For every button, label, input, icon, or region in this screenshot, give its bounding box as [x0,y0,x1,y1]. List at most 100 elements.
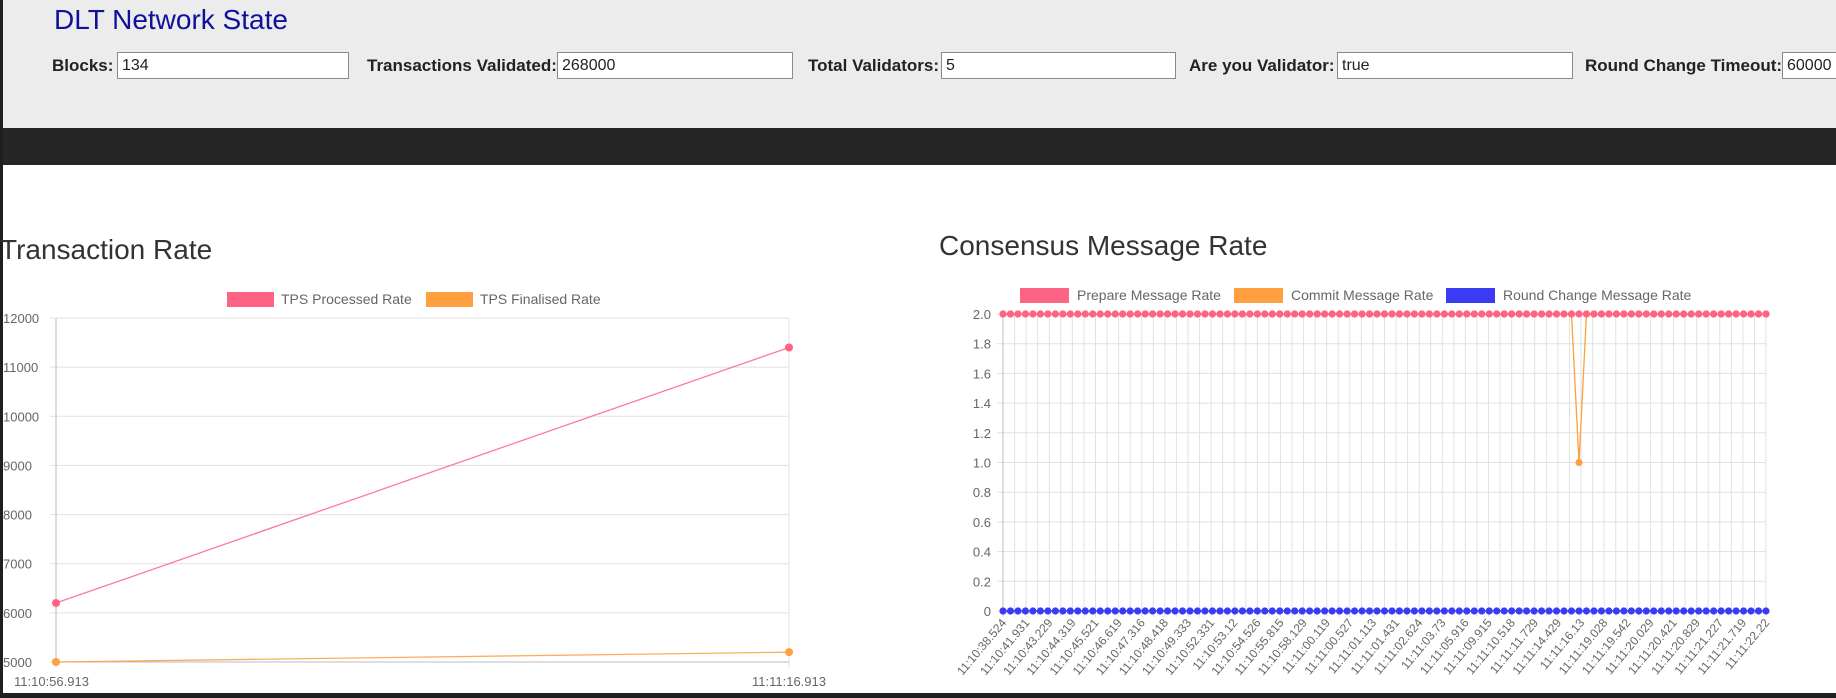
data-point [1732,310,1740,318]
data-point [1036,310,1045,318]
y-tick-label: 1.2 [973,426,991,441]
data-point [1724,607,1733,615]
y-tick-label: 0.8 [973,485,991,500]
data-point [1089,310,1097,318]
data-point [1395,607,1404,615]
data-point [1530,607,1538,615]
y-tick-label: 0.2 [973,574,991,589]
data-point [1485,310,1493,318]
data-point [1440,607,1448,615]
data-point [1201,310,1209,318]
data-point [1231,607,1239,615]
data-point [1321,607,1329,615]
data-point [1754,310,1763,318]
legend-label: Prepare Message Rate [1077,287,1221,303]
data-point [1208,310,1217,318]
data-point [1710,310,1718,318]
data-point [1463,310,1471,318]
data-point [1089,607,1097,615]
data-point [1672,310,1680,318]
data-point [1216,607,1224,615]
data-point [1141,310,1149,318]
data-point [1193,607,1202,615]
data-point [1455,310,1463,318]
data-point [1178,310,1187,318]
data-point [1231,310,1239,318]
data-point [1627,310,1635,318]
data-point [1470,607,1478,615]
data-point [1575,310,1583,318]
data-point [1036,607,1045,615]
data-point [1238,310,1246,318]
data-point [1612,310,1620,318]
data-point [1410,607,1419,615]
data-point [1193,310,1202,318]
data-point [1306,607,1314,615]
data-point [1313,310,1321,318]
data-point [1156,607,1164,615]
data-point [1380,607,1389,615]
data-point [1223,607,1232,615]
data-point [1680,310,1688,318]
data-point [1560,310,1568,318]
legend-swatch [1234,288,1283,303]
data-point [1051,607,1059,615]
data-point [1537,310,1546,318]
data-point [1665,310,1673,318]
data-point [1478,607,1486,615]
data-point [1612,607,1620,615]
data-point [1395,310,1404,318]
y-tick-label: 1.8 [973,337,991,352]
data-point [1687,310,1695,318]
data-point [1021,607,1030,615]
data-point [1642,310,1650,318]
data-point [1433,310,1441,318]
data-point [1306,310,1314,318]
data-point [1321,310,1329,318]
data-point [1478,310,1486,318]
data-point [1253,607,1261,615]
data-point [1373,310,1381,318]
data-point [1657,310,1665,318]
data-point [1485,607,1493,615]
data-point [1702,607,1710,615]
data-point [1582,310,1591,318]
data-point [1171,310,1179,318]
data-point [1216,310,1224,318]
data-point [1246,310,1254,318]
data-point [1560,607,1568,615]
data-point [1268,607,1276,615]
data-point [1418,607,1426,615]
data-point [1283,607,1291,615]
data-point [1702,310,1710,318]
data-point [1672,607,1680,615]
data-point [1418,310,1426,318]
data-point [1515,310,1523,318]
legend-swatch [1020,288,1069,303]
window-frame-bottom [0,693,1836,698]
data-point [1291,310,1299,318]
data-point [1425,607,1433,615]
data-point [1635,607,1643,615]
data-point [1163,310,1172,318]
data-point [1605,607,1613,615]
data-point [1448,607,1456,615]
data-point [1590,310,1598,318]
data-point [1074,310,1082,318]
data-point [1493,607,1501,615]
data-point [1500,310,1508,318]
data-point [1336,607,1344,615]
data-point [1410,310,1419,318]
data-point [1066,607,1074,615]
data-point [1650,310,1658,318]
data-point [1178,607,1187,615]
data-point [1186,607,1194,615]
legend-label: Round Change Message Rate [1503,287,1692,303]
data-point [1739,310,1748,318]
data-point [1567,607,1576,615]
data-point [1291,607,1299,615]
data-point [1650,607,1658,615]
data-point [1006,310,1015,318]
consensus-message-rate-chart: 00.20.40.60.81.01.21.41.61.82.011:10:38.… [954,287,1772,678]
data-point [1710,607,1718,615]
